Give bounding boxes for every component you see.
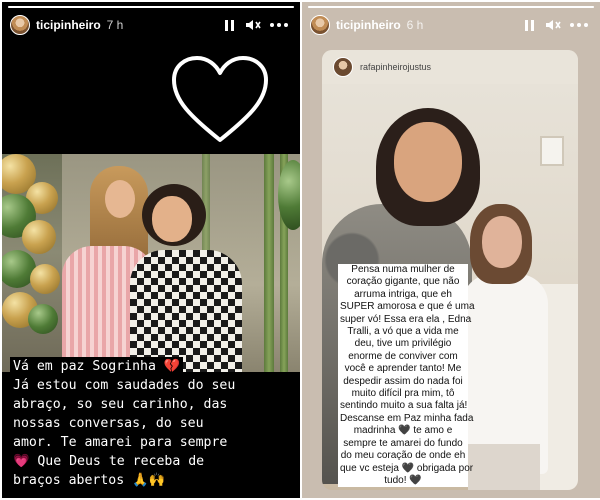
speaker-muted-icon[interactable] (245, 16, 261, 34)
heart-outline-icon (172, 56, 268, 142)
screenshot-canvas: ticipinheiro 7 h Vá em paz Sogrinha 💔 Já… (0, 0, 600, 500)
avatar[interactable] (333, 57, 353, 77)
caption-line: muito difícil pra mim, tô (338, 388, 468, 401)
caption-line: Já estou com saudades do seu (10, 376, 239, 395)
avatar[interactable] (10, 15, 30, 35)
more-horizontal-icon[interactable] (570, 16, 588, 34)
story-progress-fill (308, 6, 594, 8)
story-photo (2, 154, 300, 372)
caption-line: braços abertos 🙏🙌 (10, 471, 168, 490)
username-text[interactable]: ticipinheiro (336, 18, 401, 32)
story-progress-fill (8, 6, 294, 8)
caption-line: super vó! Essa era ela , Edna (338, 313, 472, 327)
more-horizontal-icon[interactable] (270, 16, 288, 34)
caption-line: tudo! 🖤 (338, 474, 468, 488)
caption-line: enorme de conviver com (338, 350, 468, 364)
caption-line: Tralli, a vó que a vida me (338, 326, 468, 339)
caption-line: coração gigante, que não (338, 276, 468, 289)
caption-line: despedir assim do nada foi (338, 375, 468, 389)
caption-line: arruma intriga, que eh (338, 288, 468, 302)
caption-line: abraço, so seu carinho, das (10, 395, 231, 414)
story-progress-bar (8, 6, 294, 8)
caption-line: nossas conversas, do seu (10, 414, 207, 433)
pause-icon[interactable] (222, 16, 236, 34)
caption-line: Descanse em Paz minha fada (338, 412, 474, 426)
caption-line: que vc esteja 🖤 obrigada por (338, 462, 474, 475)
caption-line: amor. Te amarei para sempre (10, 433, 231, 452)
story-panel-1[interactable]: ticipinheiro 7 h Vá em paz Sogrinha 💔 Já… (2, 2, 300, 498)
caption-line: você e aprender tanto! Me (338, 363, 468, 376)
pause-icon[interactable] (522, 16, 536, 34)
story-header: ticipinheiro 6 h (302, 2, 600, 48)
reshared-username[interactable]: rafapinheirojustus (360, 62, 431, 72)
reshare-header: rafapinheirojustus (322, 50, 578, 84)
caption-line: 💗 Que Deus te receba de (10, 452, 208, 471)
caption-line: Vá em paz Sogrinha 💔 (10, 357, 184, 376)
caption-line: do meu coração de onde eh (338, 450, 468, 463)
caption-line: deu, tive um privilégio (338, 338, 468, 351)
avatar[interactable] (310, 15, 330, 35)
story-username[interactable]: ticipinheiro 6 h (336, 18, 423, 32)
caption-line: sempre te amarei do fundo (338, 437, 468, 451)
story-panel-2[interactable]: ticipinheiro 6 h rafapinheirojustus Pens… (302, 2, 600, 498)
caption-line: Pensa numa mulher de (338, 264, 468, 277)
username-text[interactable]: ticipinheiro (36, 18, 101, 32)
story-time: 7 h (106, 18, 124, 32)
story-time: 6 h (406, 18, 424, 32)
speaker-muted-icon[interactable] (545, 16, 561, 34)
story-caption: Vá em paz Sogrinha 💔 Já estou com saudade… (10, 357, 292, 490)
reshared-caption: Pensa numa mulher de coração gigante, que… (338, 264, 475, 488)
caption-line: SUPER amorosa e que é uma (338, 301, 475, 314)
story-header: ticipinheiro 7 h (2, 2, 300, 48)
caption-line: madrinha 🖤 te amo e (338, 425, 468, 438)
caption-line: sentindo muito a sua falta já! (338, 400, 468, 413)
story-progress-bar (308, 6, 594, 8)
story-username[interactable]: ticipinheiro 7 h (36, 18, 123, 32)
